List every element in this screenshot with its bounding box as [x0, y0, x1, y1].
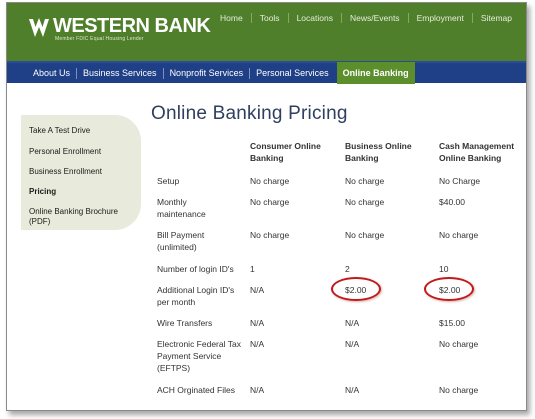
logo-tagline: Member FDIC Equal Housing Lender: [55, 36, 144, 42]
cell-ach-business: N/A: [345, 385, 360, 395]
cell-setup-cash-management: No Charge: [439, 176, 481, 186]
cell-bill-payment-cash-management: No charge: [439, 230, 479, 240]
page-title: Online Banking Pricing: [151, 103, 348, 124]
sidebar-item-take-a-test-drive[interactable]: Take A Test Drive: [29, 126, 90, 136]
cell-login-ids-cash-management: 10: [439, 264, 449, 274]
cell-wire-business: N/A: [345, 318, 360, 328]
cell-additional-login-consumer: N/A: [250, 285, 265, 295]
row-label-ach-files: ACH Orginated Files: [157, 385, 235, 395]
top-link-employment[interactable]: Employment: [407, 13, 472, 23]
row-label-setup: Setup: [157, 176, 180, 186]
nav-online-banking[interactable]: Online Banking: [336, 62, 415, 84]
cell-wire-consumer: N/A: [250, 318, 265, 328]
cell-maintenance-business: No charge: [345, 197, 385, 207]
highlight-circle-cash-management: [424, 277, 474, 301]
cell-ach-cash-management: No charge: [439, 385, 479, 395]
bank-logo[interactable]: WESTERN BANK Member FDIC Equal Housing L…: [27, 15, 211, 49]
nav-about-us[interactable]: About Us: [27, 68, 76, 79]
cell-setup-consumer: No charge: [250, 176, 290, 186]
sidebar-item-personal-enrollment[interactable]: Personal Enrollment: [29, 147, 101, 157]
logo-w-icon: [29, 18, 49, 37]
row-label-additional-login-ids: Additional Login ID's per month: [157, 285, 235, 307]
cell-login-ids-consumer: 1: [250, 264, 255, 274]
sidebar-item-business-enrollment[interactable]: Business Enrollment: [29, 167, 102, 177]
sidebar-item-pricing[interactable]: Pricing: [29, 187, 56, 197]
main-nav: About Us Business Services Nonprofit Ser…: [7, 61, 526, 84]
cell-login-ids-business: 2: [345, 264, 350, 274]
column-header-consumer: Consumer Online Banking: [250, 141, 321, 163]
row-label-login-ids: Number of login ID's: [157, 264, 234, 274]
row-label-bill-payment: Bill Payment (unlimited): [157, 230, 205, 252]
logo-name: WESTERN BANK: [53, 15, 211, 37]
cell-eftps-cash-management: No charge: [439, 339, 479, 349]
cell-bill-payment-consumer: No charge: [250, 230, 290, 240]
nav-business-services[interactable]: Business Services: [76, 67, 163, 79]
cell-maintenance-consumer: No charge: [250, 197, 290, 207]
highlight-circle-business: [331, 277, 381, 301]
row-label-monthly-maintenance: Monthly maintenance: [157, 197, 206, 219]
utility-nav: Home Tools Locations News/Events Employm…: [212, 11, 520, 25]
sidebar: Take A Test Drive Personal Enrollment Bu…: [21, 115, 141, 230]
cell-ach-consumer: N/A: [250, 385, 265, 395]
top-link-locations[interactable]: Locations: [287, 13, 341, 23]
site-header: WESTERN BANK Member FDIC Equal Housing L…: [7, 3, 526, 61]
row-label-eftps: Electronic Federal Tax Payment Service (…: [157, 339, 241, 373]
cell-wire-cash-management: $15.00: [439, 318, 465, 328]
cell-eftps-business: N/A: [345, 339, 360, 349]
column-header-cash-management: Cash Management Online Banking: [439, 141, 515, 163]
browser-frame: WESTERN BANK Member FDIC Equal Housing L…: [6, 2, 527, 411]
nav-personal-services[interactable]: Personal Services: [249, 67, 335, 79]
column-header-business: Business Online Banking: [345, 141, 412, 163]
sidebar-item-brochure[interactable]: Online Banking Brochure (PDF): [29, 207, 129, 227]
top-link-sitemap[interactable]: Sitemap: [471, 13, 520, 23]
top-link-tools[interactable]: Tools: [250, 13, 288, 23]
cell-setup-business: No charge: [345, 176, 385, 186]
nav-nonprofit-services[interactable]: Nonprofit Services: [162, 67, 250, 79]
row-label-wire-transfers: Wire Transfers: [157, 318, 213, 328]
cell-eftps-consumer: N/A: [250, 339, 265, 349]
top-link-home[interactable]: Home: [212, 13, 251, 23]
cell-maintenance-cash-management: $40.00: [439, 197, 465, 207]
cell-bill-payment-business: No charge: [345, 230, 385, 240]
top-link-news-events[interactable]: News/Events: [340, 13, 408, 23]
